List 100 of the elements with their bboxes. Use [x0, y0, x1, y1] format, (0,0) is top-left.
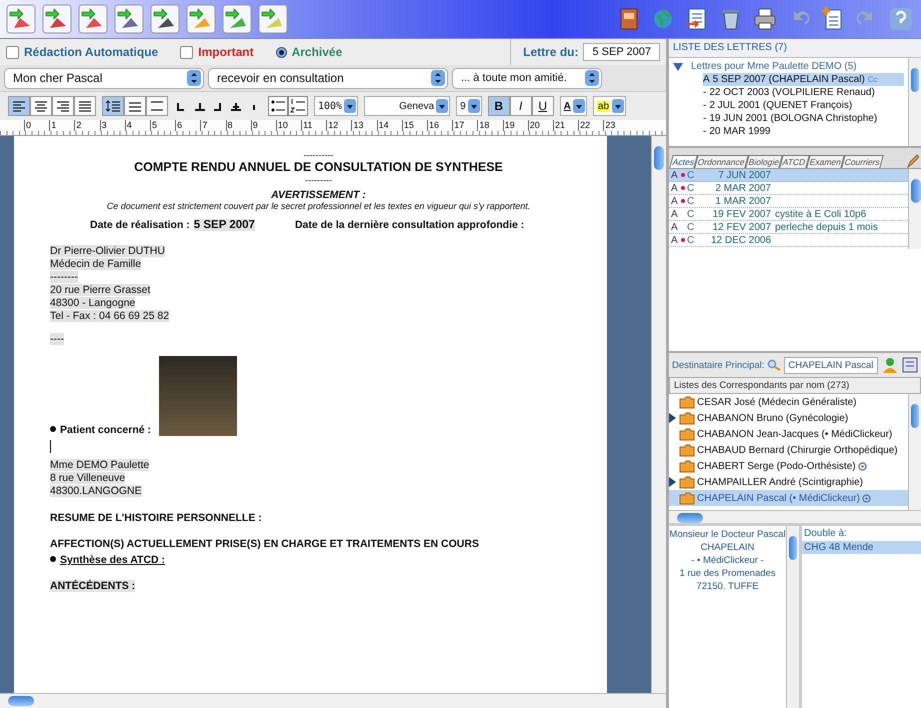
arrow-tile-icon[interactable]: [150, 4, 180, 34]
search-icon[interactable]: [767, 359, 782, 371]
field-value: 5 SEP 2007: [194, 219, 255, 231]
field-value: Dr Pierre-Olivier DUTHU: [50, 245, 165, 257]
scrollbar[interactable]: [0, 693, 666, 708]
arrow-tile-icon[interactable]: [222, 4, 252, 34]
highlight-button[interactable]: ab: [592, 96, 626, 116]
arrow-tile-icon[interactable]: [258, 4, 288, 34]
act-row[interactable]: A C 1 MAR 2007: [669, 195, 908, 208]
tab[interactable]: Examen: [806, 155, 845, 168]
numbered-list-icon[interactable]: [288, 96, 308, 116]
tab[interactable]: Courriers: [841, 155, 884, 168]
letter-item[interactable]: - 20 MAR 1999: [703, 125, 904, 138]
tab[interactable]: Biologie: [745, 155, 784, 168]
arrow-tile-icon[interactable]: [6, 4, 36, 34]
cc-label: Cc: [868, 74, 878, 86]
ruler-number: 7: [200, 120, 226, 131]
recipient-field[interactable]: CHAPELAIN Pascal: [784, 356, 878, 374]
font-dropdown[interactable]: Geneva: [364, 96, 450, 116]
bullet-list-icon[interactable]: [268, 96, 288, 116]
correspondent-item[interactable]: CHABANON Bruno (Gynécologie): [669, 410, 908, 426]
arrow-tile-icon[interactable]: [78, 4, 108, 34]
arrow-tile-icon[interactable]: [186, 4, 216, 34]
text-style-button[interactable]: I: [510, 96, 532, 116]
scrollbar[interactable]: [908, 58, 921, 146]
date-field[interactable]: 5 SEP 2007: [583, 43, 660, 61]
field-value: ----: [50, 333, 64, 345]
radio-label[interactable]: Archivée: [292, 45, 342, 59]
scrollbar[interactable]: [908, 169, 921, 249]
text-color-button[interactable]: A: [560, 96, 587, 116]
ruler-number: 12: [326, 120, 352, 131]
letter-item[interactable]: - 19 JUN 2001 (BOLOGNA Christophe): [703, 112, 904, 125]
line-spacing-button[interactable]: [124, 96, 146, 116]
phrase-popup[interactable]: recevoir en consultation: [208, 68, 448, 88]
field-label: Lettre du:: [523, 45, 578, 59]
ruler-number: 11: [301, 120, 326, 131]
tab[interactable]: Ordonnance: [694, 155, 749, 168]
card-icon[interactable]: [902, 356, 918, 374]
phrase-popup[interactable]: ... à toute mon amitié.: [452, 68, 602, 88]
person-icon[interactable]: [881, 356, 899, 374]
bullet-icon: [50, 556, 56, 562]
act-row[interactable]: A C 7 JUN 2007: [669, 169, 908, 182]
ruler-number: 6: [175, 120, 200, 131]
letter-item[interactable]: - 2 JUL 2001 (QUENET François): [703, 99, 904, 112]
font-size-dropdown[interactable]: 9: [456, 96, 482, 116]
document-heading: ANTÉCÉDENTS :: [50, 580, 136, 592]
radio-button[interactable]: [276, 46, 287, 58]
text-style-button[interactable]: U: [532, 96, 554, 116]
document-text: Synthèse des ATCD :: [60, 554, 166, 566]
tree-group-label[interactable]: Lettres pour Mme Paulette DEMO (5): [691, 60, 857, 73]
line-spacing-button[interactable]: [102, 96, 124, 116]
correspondent-item[interactable]: CESAR José (Médecin Généraliste): [669, 394, 908, 410]
arrow-tile-icon[interactable]: [114, 4, 144, 34]
field-value: Médecin de Famille: [50, 258, 142, 270]
zoom-dropdown[interactable]: 100%: [314, 96, 358, 116]
act-row[interactable]: A C 2 MAR 2007: [669, 182, 908, 195]
align-button[interactable]: [30, 96, 52, 116]
line-spacing-button[interactable]: [146, 96, 168, 116]
document-text: ----------: [302, 150, 334, 160]
arrow-tile-icon[interactable]: [42, 4, 72, 34]
field-value: 8 rue Villeneuve: [50, 472, 126, 484]
text-cursor: [50, 440, 51, 453]
scrollbar[interactable]: [651, 136, 666, 693]
ruler-number: 5: [150, 120, 176, 131]
tab[interactable]: ATCD: [780, 155, 810, 168]
text-style-button[interactable]: B: [488, 96, 510, 116]
correspondent-item[interactable]: CHABERT Serge (Podo-Orthésiste): [669, 458, 908, 474]
checkbox[interactable]: [180, 46, 194, 58]
checkbox-label[interactable]: Important: [198, 45, 254, 59]
scrollbar[interactable]: [669, 510, 921, 523]
tab[interactable]: Actes: [669, 155, 698, 168]
correspondent-item[interactable]: CHABANON Jean-Jacques (• MédiClickeur): [669, 426, 908, 442]
letter-item[interactable]: A 5 SEP 2007 (CHAPELAIN Pascal) Cc: [703, 73, 904, 86]
document-heading: AFFECTION(S) ACTUELLEMENT PRISE(S) EN CHARGE ET TRAITEMENTS EN COURS: [50, 538, 479, 550]
field-value: 20 rue Pierre Grasset: [50, 284, 150, 296]
correspondent-item[interactable]: CHAMPAILLER André (Scintigraphie): [669, 474, 908, 490]
ruler-number: 22: [578, 120, 604, 131]
checkbox[interactable]: [6, 46, 19, 58]
align-button[interactable]: [52, 96, 74, 116]
checkbox-label[interactable]: Rédaction Automatique: [24, 45, 158, 59]
disclosure-triangle-icon[interactable]: [673, 62, 683, 70]
scrollbar[interactable]: [908, 394, 921, 510]
align-button[interactable]: [74, 96, 96, 116]
copy-recipient-item[interactable]: CHG 48 Mende: [802, 541, 921, 554]
help-icon[interactable]: [887, 5, 915, 33]
document-text: AVERTISSEMENT :: [270, 189, 367, 201]
ruler-number: 16: [427, 120, 452, 131]
align-button[interactable]: [8, 96, 30, 116]
ruler-number: 17: [452, 120, 478, 131]
letter-item[interactable]: - 22 OCT 2003 (VOLPILIERE Renaud): [703, 86, 904, 99]
ruler-number: 14: [376, 120, 402, 131]
folder-icon: [679, 475, 695, 489]
correspondent-item[interactable]: CHAPELAIN Pascal (• MédiClickeur): [669, 490, 908, 506]
line-spacing-icon: [104, 98, 122, 114]
act-row[interactable]: A C 12 DEC 2006: [669, 234, 908, 247]
scrollbar[interactable]: [786, 526, 799, 708]
phrase-popup[interactable]: Mon cher Pascal: [4, 68, 204, 88]
ruler-number: 13: [351, 120, 377, 131]
document-text: Date de la dernière consultation approfondie :: [294, 219, 524, 231]
correspondent-item[interactable]: CHABAUD Bernard (Chirurgie Orthopédique): [669, 442, 908, 458]
